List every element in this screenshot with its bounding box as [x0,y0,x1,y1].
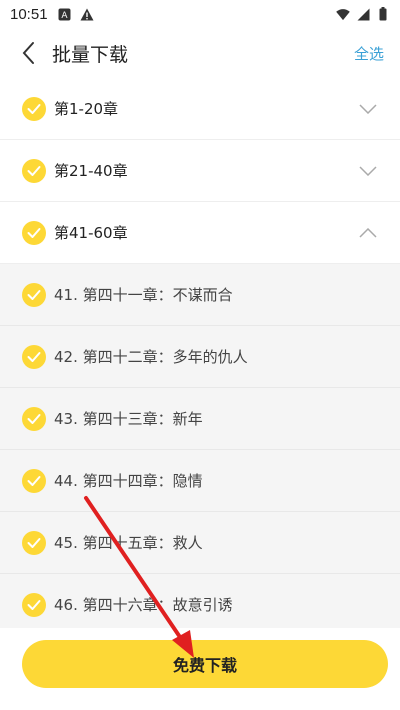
checkmark-icon[interactable] [22,282,46,307]
checkmark-icon[interactable] [22,592,46,617]
chevron-down-icon[interactable] [358,161,378,181]
chapter-row[interactable]: 41. 第四十一章：不谋而合 [0,264,400,326]
checkmark-icon[interactable] [22,344,46,369]
status-time: 10:51 [10,5,48,23]
chapter-label: 45. 第四十五章：救人 [54,534,203,552]
group-label: 第41-60章 [54,224,128,242]
bottom-bar: 免费下载 [0,628,400,710]
font-a-icon: A [58,7,72,21]
chapter-list: 第1-20章 第21-40章 第41-60章 41. 第四十一章：不谋而合 42 [0,78,400,636]
group-row[interactable]: 第21-40章 [0,140,400,202]
chapter-label: 44. 第四十四章：隐情 [54,472,203,490]
group-label: 第21-40章 [54,162,128,180]
signal-icon [356,7,370,21]
checkmark-icon[interactable] [22,96,46,121]
group-label: 第1-20章 [54,100,119,118]
select-all-button[interactable]: 全选 [354,43,384,64]
status-bar: 10:51 A [0,0,400,28]
group-row[interactable]: 第1-20章 [0,78,400,140]
back-arrow-icon [22,42,34,64]
battery-icon [376,7,390,21]
chapter-row[interactable]: 45. 第四十五章：救人 [0,512,400,574]
chapter-label: 41. 第四十一章：不谋而合 [54,286,233,304]
svg-text:A: A [61,11,68,21]
checkmark-icon[interactable] [22,468,46,493]
checkmark-icon[interactable] [22,158,46,183]
checkmark-icon[interactable] [22,530,46,555]
chapter-label: 46. 第四十六章：故意引诱 [54,596,233,614]
checkmark-icon[interactable] [22,220,46,245]
chapter-row[interactable]: 42. 第四十二章：多年的仇人 [0,326,400,388]
chapter-row[interactable]: 43. 第四十三章：新年 [0,388,400,450]
wifi-icon [336,7,350,21]
chapter-label: 42. 第四十二章：多年的仇人 [54,348,248,366]
chapter-label: 43. 第四十三章：新年 [54,410,203,428]
group-row[interactable]: 第41-60章 [0,202,400,264]
warning-icon [80,7,94,21]
free-download-button[interactable]: 免费下载 [22,640,388,688]
back-button[interactable] [14,35,42,71]
chapter-row[interactable]: 46. 第四十六章：故意引诱 [0,574,400,636]
checkmark-icon[interactable] [22,406,46,431]
chevron-up-icon[interactable] [358,223,378,243]
chapter-row[interactable]: 44. 第四十四章：隐情 [0,450,400,512]
app-header: 批量下载 全选 [0,28,400,78]
page-title: 批量下载 [52,43,129,66]
chevron-down-icon[interactable] [358,99,378,119]
